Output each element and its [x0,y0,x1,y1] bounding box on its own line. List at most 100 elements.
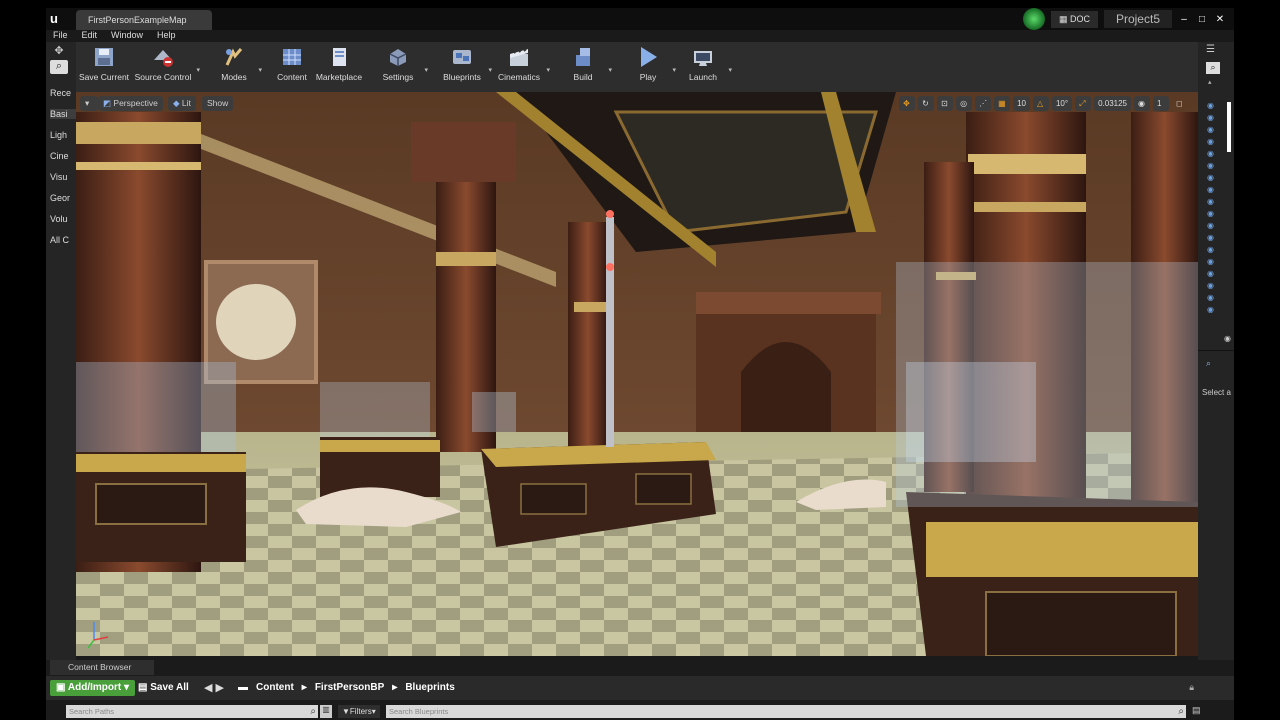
back-arrow-icon[interactable]: ◀ [204,682,212,694]
translate-icon[interactable]: ✥ [899,96,916,111]
menu-help[interactable]: Help [157,28,176,42]
save-search-icon[interactable]: ▤ [1192,705,1201,716]
select-mode-icon[interactable]: ✥ [50,44,68,58]
perspective-label: Perspective [113,98,158,108]
launch-button[interactable]: Launch ▾ [682,44,732,90]
maximize-viewport-icon[interactable]: ◻ [1172,96,1188,111]
mode-geometry[interactable]: Geor [50,193,76,203]
grid-snap-value[interactable]: 10 [1013,96,1030,111]
add-icon: ▣ [56,682,66,693]
breadcrumb-content[interactable]: Content [256,680,294,696]
surface-snap-icon[interactable]: ⋰ [975,96,992,111]
save-current-button[interactable]: Save Current [78,44,130,90]
visibility-eye-icon[interactable]: ◉ [1207,174,1217,182]
add-import-button[interactable]: ▣ Add/Import ▾ [50,680,136,696]
sources-toggle-icon[interactable]: ▥ [320,705,332,718]
mode-recent[interactable]: Rece [50,88,76,98]
search-icon[interactable]: ⌕ [50,60,68,74]
source-control-button[interactable]: Source Control ▾ [134,44,200,90]
world-local-icon[interactable]: ◎ [956,96,973,111]
world-outliner-panel: ☰ ⌕ ▴ ◉ ◉ ◉ ◉ ◉ ◉ ◉ ◉ ◉ ◉ ◉ ◉ ◉ ◉ ◉ ◉ ◉ … [1198,42,1234,662]
play-button[interactable]: Play ▾ [628,44,676,90]
lock-icon[interactable]: 🔒︎ [1189,682,1194,693]
visibility-eye-icon[interactable]: ◉ [1207,258,1217,266]
visibility-eye-icon[interactable]: ◉ [1207,234,1217,242]
cinematics-button[interactable]: Cinematics ▾ [496,44,550,90]
mode-lights[interactable]: Ligh [50,130,76,140]
visibility-eye-icon[interactable]: ◉ [1207,306,1217,314]
mode-visual[interactable]: Visu [50,172,76,182]
doc-button[interactable]: ▦ DOC [1050,10,1098,28]
mode-volumes[interactable]: Volu [50,214,76,224]
breadcrumb-separator-icon[interactable]: ▸ [392,680,397,696]
folder-icon[interactable]: ▬ [238,680,248,696]
outliner-menu-icon[interactable]: ☰ [1206,44,1215,55]
visibility-eye-icon[interactable]: ◉ [1207,162,1217,170]
menu-window[interactable]: Window [111,28,143,42]
search-blueprints-input[interactable]: Search Blueprints ⌕ [386,705,1186,718]
editor-window: u FirstPersonExampleMap ▦ DOC Project5 –… [46,8,1234,720]
visibility-eye-icon[interactable]: ◉ [1207,102,1217,110]
breadcrumb-blueprints[interactable]: Blueprints [405,680,454,696]
visibility-eye-icon[interactable]: ◉ [1207,270,1217,278]
view-options-eye-icon[interactable]: ◉ [1224,334,1231,343]
mode-cinematic[interactable]: Cine [50,151,76,161]
outliner-chevron-icon[interactable]: ▴ [1208,78,1212,86]
content-browser-tab[interactable]: Content Browser [50,660,154,675]
scale-icon[interactable]: ⊡ [937,96,954,111]
filters-button[interactable]: ▼Filters▾ [338,705,380,718]
mode-all-classes[interactable]: All C [50,235,76,245]
show-button[interactable]: Show [202,96,234,111]
level-tab[interactable]: FirstPersonExampleMap [76,10,212,30]
source-status-icon[interactable] [1022,8,1045,30]
scale-snap-icon[interactable]: ⤢ [1075,96,1092,111]
lit-button[interactable]: ◆ Lit [168,96,196,111]
outliner-scrollbar[interactable] [1227,102,1231,152]
save-all-label: Save All [150,682,189,693]
settings-button[interactable]: Settings ▾ [376,44,428,90]
visibility-eye-icon[interactable]: ◉ [1207,222,1217,230]
minimize-button[interactable]: – [1178,14,1190,25]
scale-snap-value[interactable]: 0.03125 [1094,96,1131,111]
grid-snap-icon[interactable]: ▦ [994,96,1011,111]
visibility-eye-icon[interactable]: ◉ [1207,150,1217,158]
forward-arrow-icon[interactable]: ▶ [216,682,224,694]
close-button[interactable]: ✕ [1214,14,1226,25]
menu-file[interactable]: File [53,28,68,42]
rotation-snap-icon[interactable]: △ [1032,96,1049,111]
mode-basic[interactable]: Basi [50,109,76,119]
build-button[interactable]: Build ▾ [562,44,612,90]
breadcrumb-separator-icon[interactable]: ▸ [302,680,307,696]
marketplace-button[interactable]: Marketplace [314,44,364,90]
main-toolbar: Save Current Source Control ▾ Modes ▾ Co… [76,42,1198,92]
viewport-options-button[interactable]: ▾ [80,96,98,111]
visibility-eye-icon[interactable]: ◉ [1207,282,1217,290]
visibility-eye-icon[interactable]: ◉ [1207,210,1217,218]
save-all-button[interactable]: ▤ Save All [138,680,189,696]
modes-button[interactable]: Modes ▾ [214,44,262,90]
search-paths-input[interactable]: Search Paths ⌕ [66,705,318,718]
content-button[interactable]: Content [272,44,312,90]
visibility-eye-icon[interactable]: ◉ [1207,126,1217,134]
visibility-eye-icon[interactable]: ◉ [1207,114,1217,122]
visibility-eye-icon[interactable]: ◉ [1207,294,1217,302]
content-browser-search-row: Search Paths ⌕ ▥ ▼Filters▾ Search Bluepr… [46,704,1234,720]
rotation-snap-value[interactable]: 10° [1051,96,1073,111]
visibility-eye-icon[interactable]: ◉ [1207,186,1217,194]
breadcrumb-firstpersonbp[interactable]: FirstPersonBP [315,680,384,696]
rotate-icon[interactable]: ↻ [918,96,935,111]
perspective-button[interactable]: ◩ Perspective [98,96,163,111]
scene-render [76,92,1198,656]
details-search-icon[interactable]: ⌕ [1206,358,1211,369]
level-viewport[interactable]: ▾ ◩ Perspective ◆ Lit Show ✥ ↻ ⊡ ◎ ⋰ ▦ 1… [76,92,1198,656]
menu-edit[interactable]: Edit [82,28,98,42]
maximize-button[interactable]: □ [1196,14,1208,25]
blueprints-button[interactable]: Blueprints ▾ [440,44,492,90]
visibility-eye-icon[interactable]: ◉ [1207,198,1217,206]
camera-speed-value[interactable]: 1 [1153,96,1169,111]
outliner-search-icon[interactable]: ⌕ [1206,62,1220,74]
visibility-eye-icon[interactable]: ◉ [1207,138,1217,146]
search-blueprints-placeholder: Search Blueprints [389,707,449,716]
visibility-eye-icon[interactable]: ◉ [1207,246,1217,254]
camera-speed-icon[interactable]: ◉ [1134,96,1150,111]
